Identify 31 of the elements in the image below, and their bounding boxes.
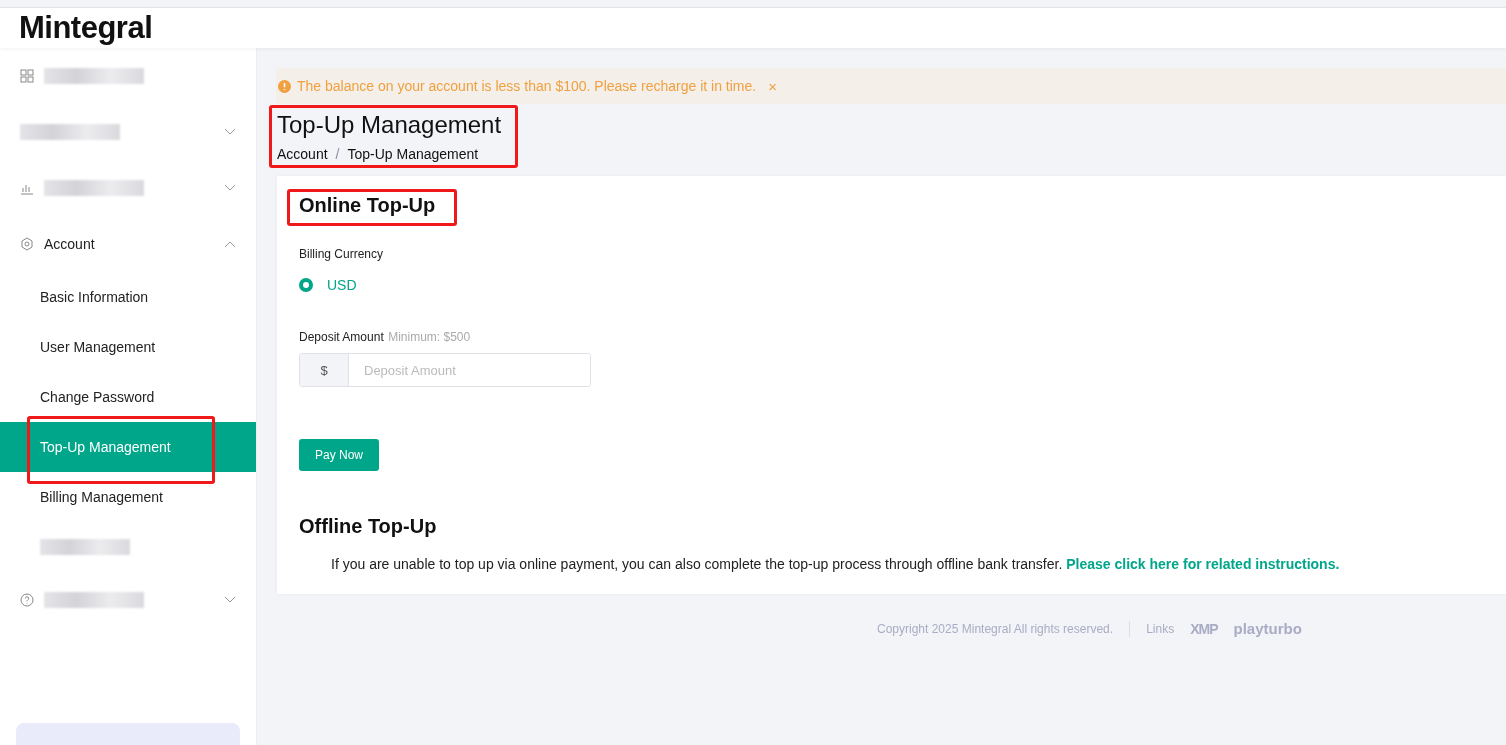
amount-field[interactable]: $ Deposit Amount [299, 353, 591, 387]
radio-button[interactable] [299, 278, 313, 292]
chevron-icon [224, 184, 236, 192]
alert-text: The balance on your account is less than $100. Please recharge it in time. [297, 78, 757, 94]
field-label: Billing Currency [299, 247, 385, 261]
page-title: Top-Up Management [277, 110, 502, 140]
chevron-icon [224, 596, 236, 604]
submenu-item[interactable]: User Management [0, 322, 256, 372]
copyright-text: Copyright 2025 Mintegral All rights reserved. [877, 621, 1114, 636]
breadcrumb-item[interactable]: Account [277, 146, 328, 162]
links-label: Links [1146, 621, 1175, 636]
help-icon [20, 593, 34, 607]
settings-icon [20, 237, 34, 251]
menu-label: Account [44, 236, 96, 252]
section-title: Offline Top-Up [299, 515, 437, 538]
submenu-item[interactable]: Change Password [0, 372, 256, 422]
breadcrumb-item: Top-Up Management [347, 146, 479, 162]
submenu-item[interactable]: Billing Management [0, 472, 256, 522]
instruction-text: If you are unable to top up via online payment, you can also complete the top-up process through offline bank transfer. Please click here for related instructions. [331, 556, 1341, 572]
warning-icon [278, 79, 291, 93]
currency-prefix: $ [300, 354, 349, 386]
chevron-icon [224, 240, 236, 248]
field-hint: Minimum: $500 [388, 330, 471, 344]
grid-icon [20, 69, 34, 83]
section-title: Online Top-Up [299, 194, 436, 217]
chevron-icon [224, 128, 236, 136]
sidebar-item[interactable]: Account [0, 216, 256, 272]
submenu-item[interactable]: Basic Information [0, 272, 256, 322]
breadcrumb-separator: / [335, 146, 340, 162]
field-label: Deposit Amount [299, 330, 384, 344]
logo[interactable]: Mintegral [19, 10, 153, 46]
